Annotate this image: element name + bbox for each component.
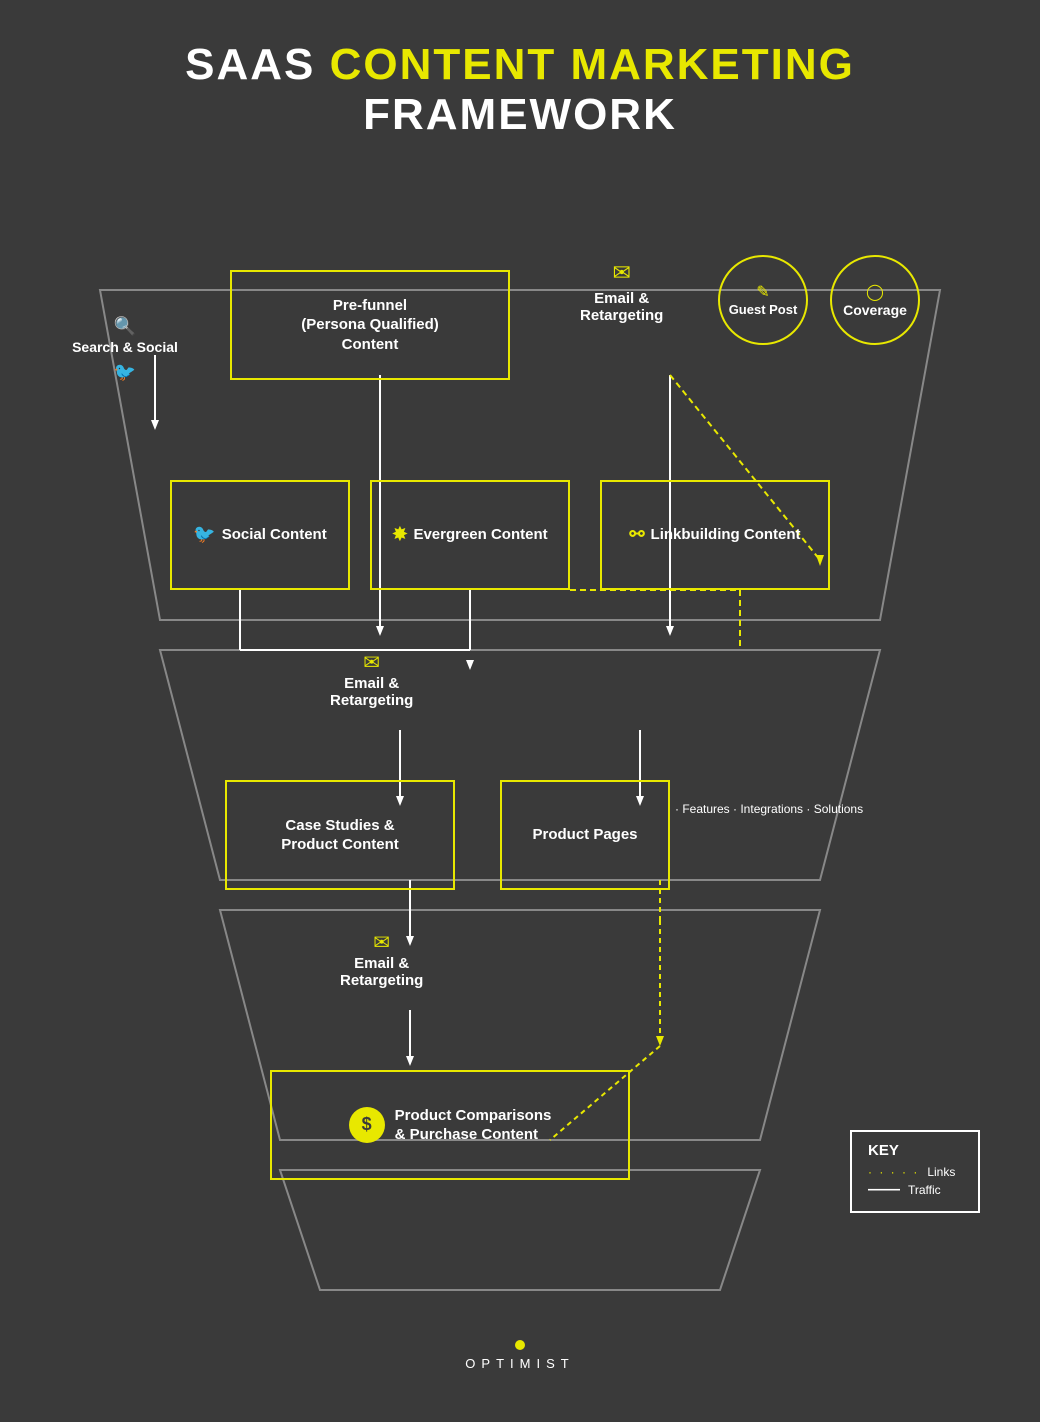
product-comparisons-text: Product Comparisons & Purchase Content — [395, 1106, 552, 1145]
title-saas: SAAS — [185, 40, 315, 89]
email-retargeting-2-container: ✉ Email & Retargeting — [330, 650, 413, 709]
title-content-marketing: CONTENT MARKETING — [330, 40, 855, 89]
guest-post-box: ✎ Guest Post — [718, 255, 808, 345]
pencil-icon: ✎ — [756, 282, 769, 302]
dollar-icon: $ — [362, 1113, 372, 1136]
email-retargeting-1-text: Email & Retargeting — [580, 290, 663, 324]
email-retargeting-top: ✉ Email & Retargeting — [580, 260, 663, 324]
key-traffic-line: —— Traffic — [868, 1182, 962, 1198]
key-title: KEY — [868, 1142, 962, 1159]
key-box: KEY · · · · · Links —— Traffic — [850, 1130, 980, 1213]
key-dash-icon: —— — [868, 1182, 900, 1198]
case-studies-text: Case Studies & Product Content — [281, 816, 399, 855]
email-retargeting-3-text: Email & Retargeting — [340, 955, 423, 989]
title-line1: SAAS CONTENT MARKETING — [185, 40, 855, 90]
product-pages-box: Product Pages — [500, 780, 670, 890]
product-comparisons-box: $ Product Comparisons & Purchase Content — [270, 1070, 630, 1180]
linkbuilding-box: ⚯ Linkbuilding Content — [600, 480, 830, 590]
prefunnel-box: Pre-funnel (Persona Qualified) Content — [230, 270, 510, 380]
email-icon-1: ✉ — [580, 260, 663, 286]
search-social-label: 🔍 Search & Social 🐦 — [60, 315, 190, 384]
search-social-text: Search & Social — [60, 338, 190, 356]
footer-brand: OPTIMIST — [465, 1356, 574, 1371]
product-pages-text: Product Pages — [532, 825, 637, 845]
guest-post-text: Guest Post — [729, 302, 798, 318]
key-dots-icon: · · · · · — [868, 1165, 919, 1179]
coverage-text: Coverage — [843, 302, 907, 318]
prefunnel-text: Pre-funnel (Persona Qualified) Content — [301, 296, 439, 355]
evergreen-content-text: Evergreen Content — [413, 525, 547, 545]
linkbuilding-text: Linkbuilding Content — [651, 525, 801, 545]
diagram: 🔍 Search & Social 🐦 Pre-funnel (Persona … — [40, 160, 1000, 1310]
footer: OPTIMIST — [465, 1310, 574, 1391]
dollar-icon-circle: $ — [349, 1107, 385, 1143]
evergreen-content-box: ✸ Evergreen Content — [370, 480, 570, 590]
social-content-box: 🐦 Social Content — [170, 480, 350, 590]
key-links-label: Links — [927, 1165, 955, 1179]
title-framework: FRAMEWORK — [185, 90, 855, 140]
coverage-box: ◯ Coverage — [830, 255, 920, 345]
key-traffic-label: Traffic — [908, 1183, 941, 1197]
social-content-text: Social Content — [222, 525, 327, 545]
footer-dot — [515, 1340, 525, 1350]
email-icon-3: ✉ — [340, 930, 423, 955]
product-pages-features: · Features · Integrations · Solutions — [675, 800, 863, 819]
chat-icon: ◯ — [866, 282, 884, 302]
link-icon: ⚯ — [629, 523, 644, 546]
tree-icon: ✸ — [392, 523, 407, 546]
email-retargeting-3-container: ✉ Email & Retargeting — [340, 930, 423, 989]
title-section: SAAS CONTENT MARKETING FRAMEWORK — [165, 0, 875, 160]
email-retargeting-2-text: Email & Retargeting — [330, 675, 413, 709]
page-wrapper: SAAS CONTENT MARKETING FRAMEWORK — [0, 0, 1040, 1422]
email-icon-2: ✉ — [330, 650, 413, 675]
search-icon: 🔍 — [60, 315, 190, 338]
case-studies-box: Case Studies & Product Content — [225, 780, 455, 890]
twitter-icon-1: 🐦 — [60, 361, 190, 384]
twitter-icon-2: 🐦 — [193, 523, 215, 546]
key-links-line: · · · · · Links — [868, 1165, 962, 1179]
